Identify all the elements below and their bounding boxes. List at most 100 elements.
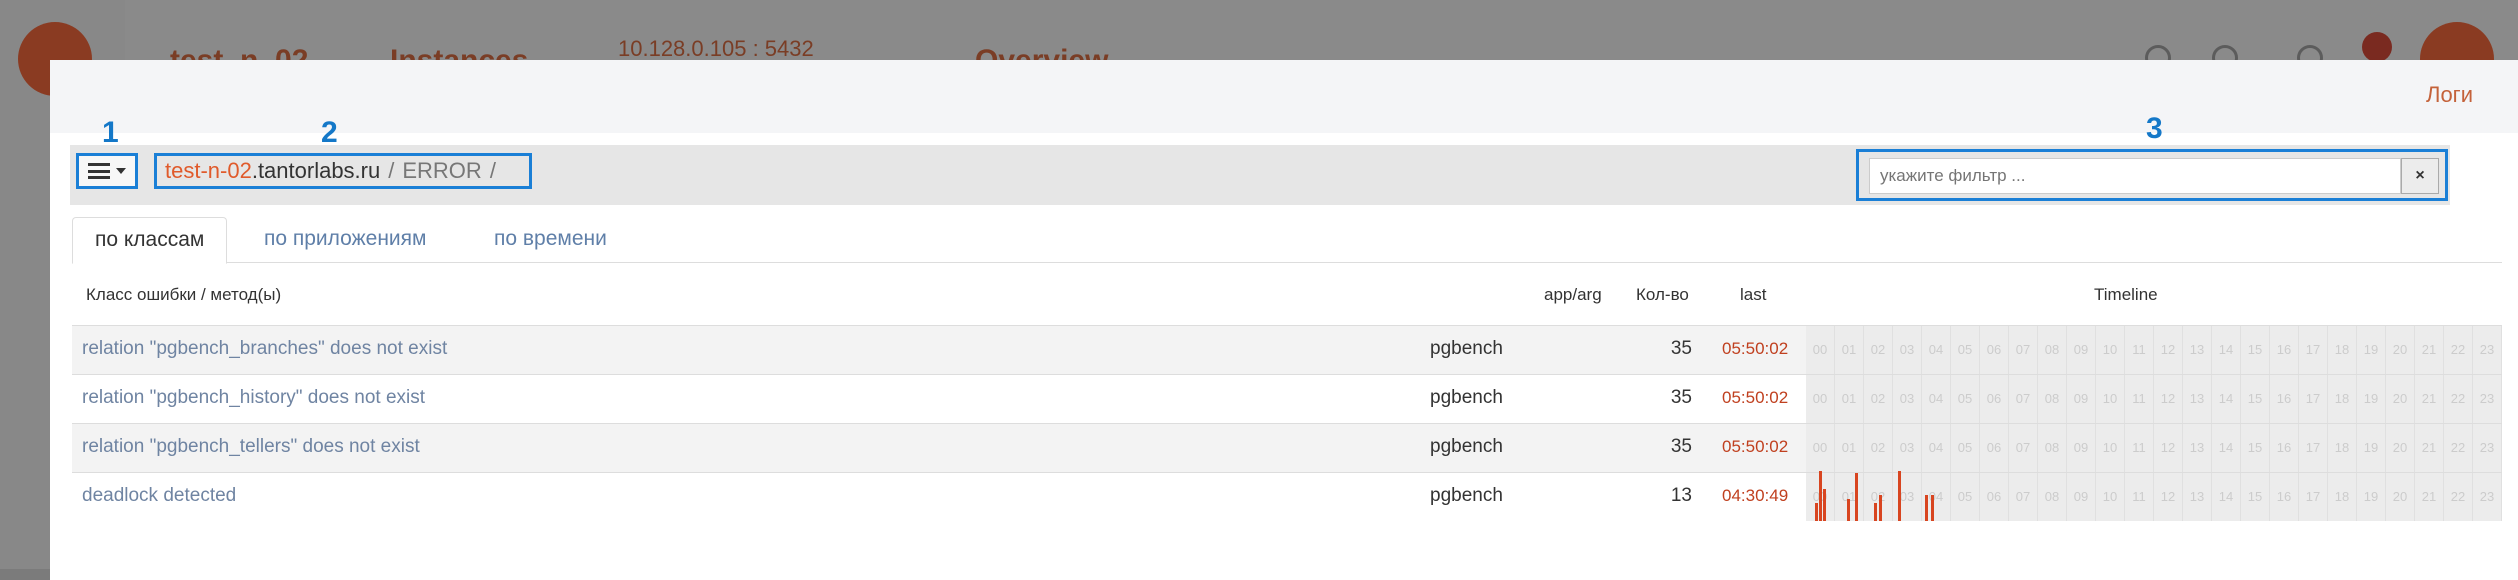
modal-title: Логи	[2426, 82, 2473, 107]
error-class-link[interactable]: relation "pgbench_history" does not exis…	[82, 387, 425, 409]
table-row[interactable]: relation "pgbench_tellers" does not exis…	[72, 423, 2502, 472]
path-separator: /	[489, 158, 496, 183]
timeline-hour-cell: 11	[2125, 473, 2154, 521]
log-toolbar: test-n-02 .tantorlabs.ru / ERROR / ×	[70, 145, 2450, 205]
marker-3: 3	[2146, 112, 2163, 145]
timeline-hour-cell: 21	[2415, 424, 2444, 472]
timeline-hour-cell: 13	[2183, 326, 2212, 374]
timeline-hour-cell: 14	[2212, 424, 2241, 472]
error-class-link[interactable]: relation "pgbench_tellers" does not exis…	[82, 436, 420, 458]
path-domain[interactable]: .tantorlabs.ru	[252, 158, 380, 184]
timeline-hour-cell: 21	[2415, 326, 2444, 374]
timeline-hour-cell: 16	[2270, 326, 2299, 374]
tab-by-time[interactable]: по времени	[472, 217, 629, 264]
close-icon: ×	[2415, 167, 2425, 184]
timeline-hour-cell: 23	[2473, 326, 2502, 374]
timeline-hour-cell: 14	[2212, 473, 2241, 521]
error-class-link[interactable]: relation "pgbench_branches" does not exi…	[82, 338, 447, 360]
tab-bar: по классам по приложениям по времени	[72, 217, 2502, 264]
timeline-hour-cell: 23	[2473, 424, 2502, 472]
path-level[interactable]: ERROR	[402, 158, 481, 184]
timeline-hour-cell: 10	[2096, 424, 2125, 472]
timeline-hour-cell: 18	[2328, 375, 2357, 423]
timeline-hour-cell: 00	[1806, 471, 1835, 521]
table-row[interactable]: deadlock detected pgbench 13 04:30:49 000102…	[72, 471, 2502, 521]
row-app: pgbench	[1430, 338, 1503, 359]
timeline-hour-cell: 23	[2473, 375, 2502, 423]
table-row[interactable]: relation "pgbench_history" does not exis…	[72, 374, 2502, 423]
timeline-hour-cell: 19	[2357, 473, 2386, 521]
timeline-hour-cell: 19	[2357, 375, 2386, 423]
path-host[interactable]: test-n-02	[165, 158, 252, 184]
row-app: pgbench	[1430, 436, 1503, 457]
timeline-bar	[1879, 495, 1882, 521]
timeline-hour-cell: 22	[2444, 473, 2473, 521]
timeline-hour-cell: 03	[1893, 326, 1922, 374]
table-header: Класс ошибки / метод(ы) app/arg Кол-во l…	[72, 270, 2502, 320]
timeline-hour-cell: 11	[2125, 424, 2154, 472]
timeline-hour-cell: 11	[2125, 326, 2154, 374]
tab-by-class[interactable]: по классам	[72, 217, 228, 264]
timeline-hour-cell: 16	[2270, 424, 2299, 472]
timeline-hour-cell: 06	[1980, 473, 2009, 521]
timeline-hour-cell: 02	[1864, 473, 1893, 521]
view-mode-button[interactable]	[76, 153, 138, 189]
timeline-hour-cell: 08	[2038, 375, 2067, 423]
tab-by-application[interactable]: по приложениям	[242, 217, 448, 264]
row-last-time: 04:30:49	[1722, 486, 1789, 505]
timeline-hour-cell: 08	[2038, 473, 2067, 521]
row-last-time: 05:50:02	[1722, 437, 1789, 456]
timeline-bar	[1931, 495, 1934, 521]
timeline-hour-cell: 23	[2473, 473, 2502, 521]
col-count: Кол-во	[1636, 285, 1689, 304]
timeline-hour-cell: 18	[2328, 424, 2357, 472]
timeline-hour-cell: 10	[2096, 473, 2125, 521]
timeline-bar	[1823, 489, 1826, 521]
col-app: app/arg	[1544, 285, 1602, 304]
timeline-hour-cell: 19	[2357, 424, 2386, 472]
log-path-breadcrumb[interactable]: test-n-02 .tantorlabs.ru / ERROR /	[154, 153, 532, 189]
timeline-hour-cell: 20	[2386, 326, 2415, 374]
error-class-link[interactable]: deadlock detected	[82, 485, 236, 507]
table-row[interactable]: relation "pgbench_branches" does not exi…	[72, 325, 2502, 374]
timeline-hour-cell: 22	[2444, 375, 2473, 423]
logs-modal: Логи 1 2 3 test-n-02 .tantorlabs.ru / ER…	[50, 60, 2518, 580]
timeline-hour-cell: 02	[1864, 326, 1893, 374]
timeline-hour-cell: 08	[2038, 424, 2067, 472]
timeline-bar	[1819, 471, 1822, 521]
timeline-hour-cell: 01	[1835, 473, 1864, 521]
timeline-hour-cell: 15	[2241, 424, 2270, 472]
row-count: 13	[1670, 485, 1692, 506]
filter-input[interactable]	[1869, 158, 2401, 194]
timeline-hour-cell: 01	[1835, 375, 1864, 423]
row-count: 35	[1670, 387, 1692, 408]
timeline-hour-cell: 04	[1922, 473, 1951, 521]
clear-filter-button[interactable]: ×	[2401, 158, 2439, 194]
row-timeline: 0001020304050607080910111213141516171819…	[1806, 375, 2502, 423]
timeline-hour-cell: 20	[2386, 375, 2415, 423]
timeline-hour-cell: 21	[2415, 473, 2444, 521]
timeline-hour-cell: 22	[2444, 424, 2473, 472]
timeline-hour-cell: 11	[2125, 375, 2154, 423]
filter-group: ×	[1856, 149, 2448, 201]
timeline-hour-cell: 10	[2096, 326, 2125, 374]
timeline-hour-cell: 15	[2241, 375, 2270, 423]
row-timeline: 0001020304050607080910111213141516171819…	[1806, 424, 2502, 472]
timeline-bar	[1815, 503, 1818, 521]
timeline-hour-cell: 07	[2009, 424, 2038, 472]
timeline-hour-cell: 00	[1806, 326, 1835, 374]
timeline-hour-cell: 12	[2154, 375, 2183, 423]
timeline-hour-cell: 18	[2328, 473, 2357, 521]
chevron-down-icon	[116, 168, 126, 174]
timeline-hour-cell: 07	[2009, 375, 2038, 423]
row-app: pgbench	[1430, 485, 1503, 506]
timeline-hour-cell: 15	[2241, 326, 2270, 374]
timeline-hour-cell: 00	[1806, 424, 1835, 472]
timeline-hour-cell: 05	[1951, 473, 1980, 521]
timeline-hour-cell: 01	[1835, 424, 1864, 472]
row-timeline: 0001020304050607080910111213141516171819…	[1806, 471, 2502, 521]
timeline-hour-cell: 09	[2067, 375, 2096, 423]
timeline-hour-cell: 05	[1951, 326, 1980, 374]
timeline-bar	[1855, 473, 1858, 521]
timeline-hour-cell: 02	[1864, 424, 1893, 472]
